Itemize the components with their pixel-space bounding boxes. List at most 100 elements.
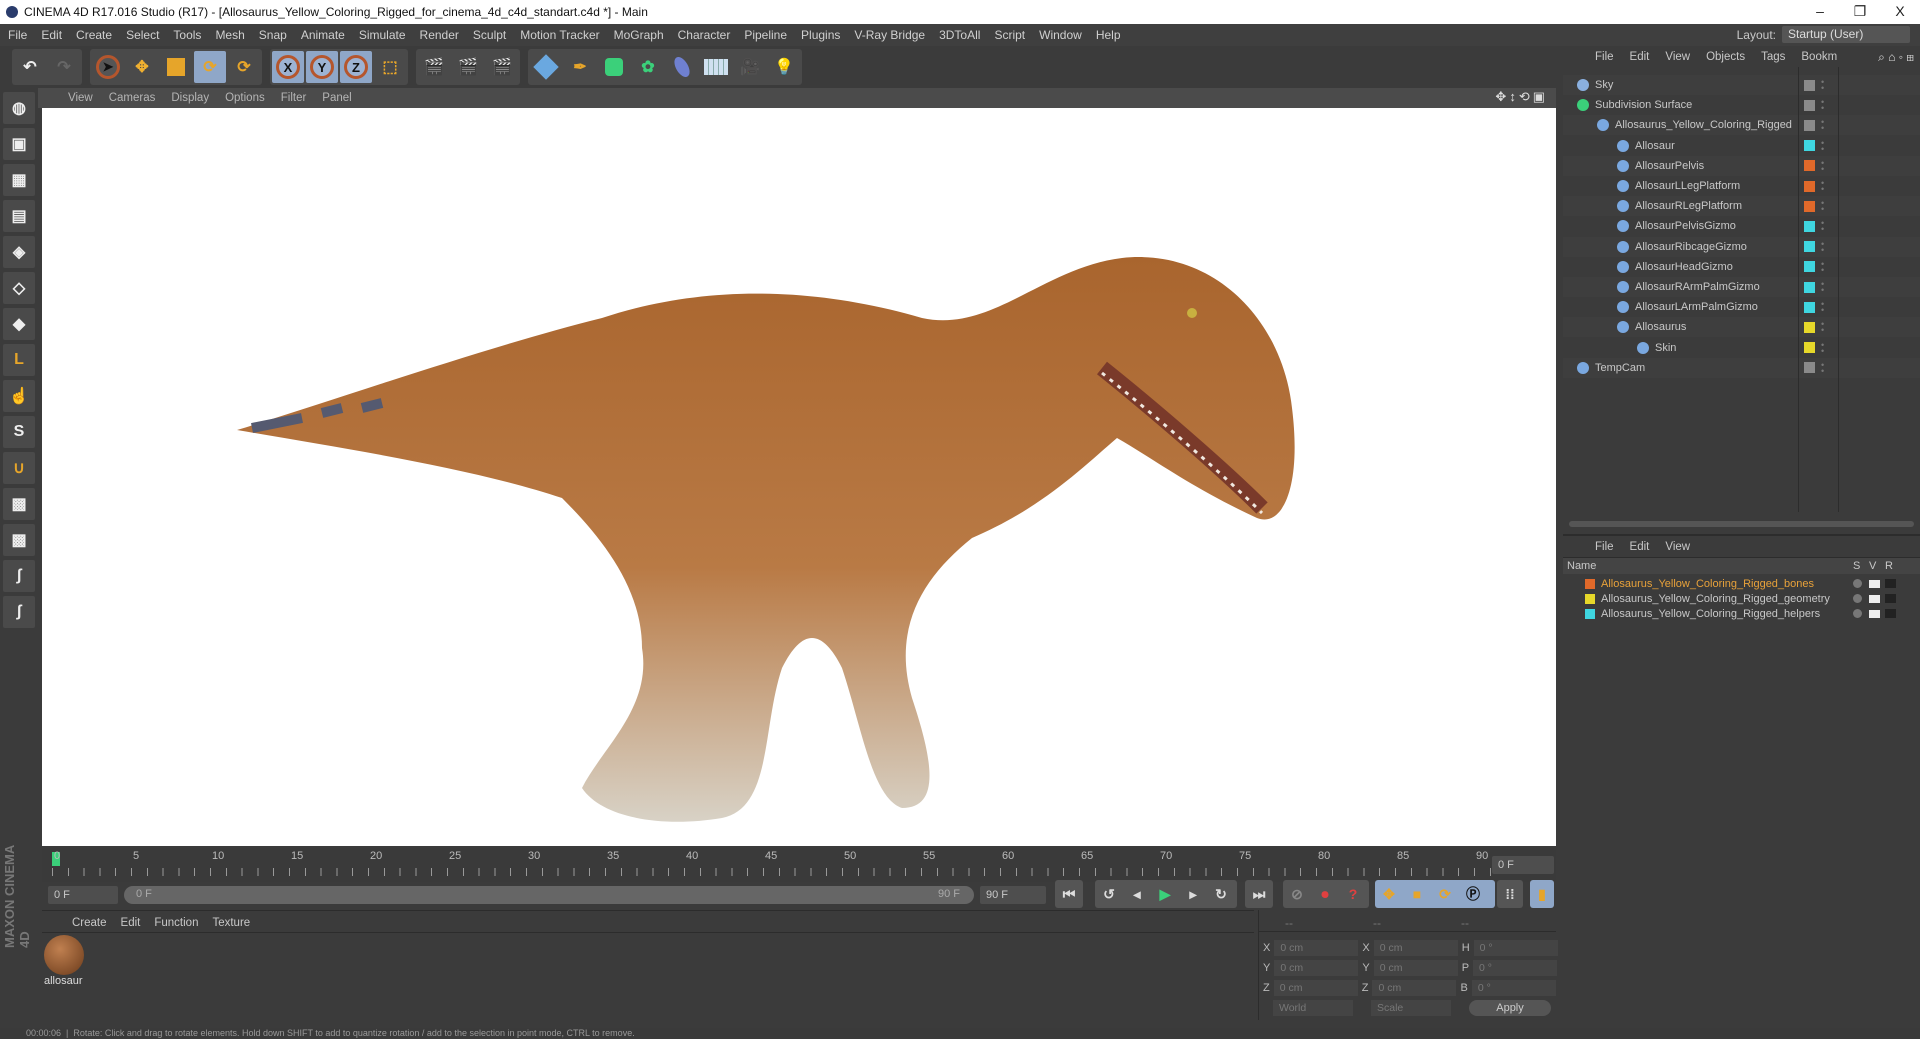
coord-field-c[interactable]: 0 °: [1473, 960, 1558, 976]
visibility-dots[interactable]: • •: [1821, 259, 1824, 274]
cube-primitive-icon[interactable]: [530, 51, 562, 83]
start-frame-field[interactable]: 0 F: [48, 886, 118, 904]
layer-solo-toggle[interactable]: [1853, 609, 1862, 618]
render-settings-icon[interactable]: 🎬: [486, 51, 518, 83]
layer-column-r[interactable]: R: [1885, 560, 1893, 572]
object-row[interactable]: Subdivision Surface • •: [1563, 95, 1920, 115]
object-row[interactable]: AllosaurRibcageGizmo • •: [1563, 236, 1920, 257]
object-row[interactable]: Sky • •: [1563, 75, 1920, 95]
object-row[interactable]: AllosaurLArmPalmGizmo • •: [1563, 297, 1920, 317]
light-icon[interactable]: 💡: [768, 51, 800, 83]
object-menu-edit[interactable]: Edit: [1630, 51, 1650, 63]
viewport-menu-options[interactable]: Options: [225, 92, 265, 104]
recent-tool-icon[interactable]: ⟳: [228, 51, 260, 83]
visibility-dots[interactable]: • •: [1821, 78, 1824, 93]
menu-animate[interactable]: Animate: [301, 28, 345, 42]
deformer-icon[interactable]: [666, 51, 698, 83]
coord-field-a[interactable]: 0 cm: [1274, 960, 1359, 976]
redo-icon[interactable]: ↷: [48, 51, 80, 83]
material-menu-create[interactable]: Create: [72, 917, 107, 932]
subdivision-surface-icon[interactable]: [598, 51, 630, 83]
rotate-tool-icon[interactable]: ⟳: [194, 51, 226, 83]
coord-field-a[interactable]: 0 cm: [1273, 980, 1358, 996]
prev-key-button[interactable]: ↺: [1095, 886, 1123, 903]
layout-dropdown[interactable]: Startup (User): [1782, 26, 1910, 43]
object-manager-h-scrollbar[interactable]: [1569, 521, 1914, 527]
visibility-dots[interactable]: • •: [1821, 219, 1824, 234]
workplane-icon[interactable]: ▤: [3, 200, 35, 232]
end-frame-field[interactable]: 90 F: [980, 886, 1046, 904]
edges-mode-icon[interactable]: ◇: [3, 272, 35, 304]
close-button[interactable]: X: [1880, 0, 1920, 24]
menu-character[interactable]: Character: [678, 28, 731, 42]
go-to-start-button[interactable]: ⏮: [1055, 880, 1083, 908]
layer-visible-eye-icon[interactable]: [1869, 609, 1880, 618]
key-scale-icon[interactable]: ■: [1403, 886, 1431, 902]
object-row[interactable]: AllosaurPelvis • •: [1563, 155, 1920, 176]
material-menu-edit[interactable]: Edit: [121, 917, 141, 932]
motion-record-icon[interactable]: ⊘: [1283, 886, 1311, 903]
menu-snap[interactable]: Snap: [259, 28, 287, 42]
restore-button[interactable]: ❐: [1840, 0, 1880, 24]
object-menu-tags[interactable]: Tags: [1761, 51, 1785, 63]
camera-icon[interactable]: 🎥: [734, 51, 766, 83]
layer-render-icon[interactable]: [1885, 594, 1896, 603]
layer-render-icon[interactable]: [1885, 579, 1896, 588]
layer-menu-view[interactable]: View: [1665, 541, 1690, 553]
visibility-dots[interactable]: • •: [1821, 158, 1824, 173]
layer-row[interactable]: Allosaurus_Yellow_Coloring_Rigged_helper…: [1563, 606, 1920, 621]
pen-spline-icon[interactable]: ✒: [564, 51, 596, 83]
object-row[interactable]: Skin • •: [1563, 338, 1920, 358]
object-menu-view[interactable]: View: [1665, 51, 1690, 63]
menu-3dtoall[interactable]: 3DToAll: [939, 28, 980, 42]
layer-menu-edit[interactable]: Edit: [1630, 541, 1650, 553]
next-frame-button[interactable]: ▸: [1179, 886, 1207, 903]
key-param-icon[interactable]: Ⓟ: [1459, 884, 1487, 904]
menu-file[interactable]: File: [8, 28, 27, 42]
menu-edit[interactable]: Edit: [41, 28, 62, 42]
undo-icon[interactable]: ↶: [14, 51, 46, 83]
menu-motion-tracker[interactable]: Motion Tracker: [520, 28, 599, 42]
make-editable-icon[interactable]: ◍: [3, 92, 35, 124]
material-allosaur[interactable]: allosaur: [44, 935, 86, 995]
auto-key-icon[interactable]: ?: [1339, 886, 1367, 902]
frame-range-slider[interactable]: 0 F 90 F: [124, 886, 974, 904]
z-axis-lock-button[interactable]: Z: [340, 51, 372, 83]
visibility-dots[interactable]: • •: [1821, 98, 1824, 113]
layer-solo-toggle[interactable]: [1853, 579, 1862, 588]
visibility-dots[interactable]: • •: [1821, 239, 1824, 254]
visibility-dots[interactable]: • •: [1821, 280, 1824, 295]
visibility-dots[interactable]: • •: [1821, 199, 1824, 214]
layer-row[interactable]: Allosaurus_Yellow_Coloring_Rigged_geomet…: [1563, 591, 1920, 606]
visibility-dots[interactable]: • •: [1821, 118, 1824, 133]
layer-row[interactable]: Allosaurus_Yellow_Coloring_Rigged_bones: [1563, 576, 1920, 591]
coordinate-system-icon[interactable]: ⬚: [374, 51, 406, 83]
menu-window[interactable]: Window: [1039, 28, 1082, 42]
move-tool-icon[interactable]: ✥: [126, 51, 158, 83]
material-menu-function[interactable]: Function: [154, 917, 198, 932]
next-key-button[interactable]: ↻: [1207, 886, 1235, 903]
viewport-menu-display[interactable]: Display: [171, 92, 209, 104]
object-menu-file[interactable]: File: [1595, 51, 1614, 63]
visibility-dots[interactable]: • •: [1821, 300, 1824, 315]
timeline-ruler[interactable]: 0 5 10 15 20 25 30 35 40 45 50 55 60 65 70 75 80 85 90 0 F: [42, 848, 1556, 882]
coord-field-c[interactable]: 0 °: [1473, 940, 1558, 956]
render-picture-viewer-icon[interactable]: 🎬: [452, 51, 484, 83]
viewport-menu-filter[interactable]: Filter: [281, 92, 307, 104]
menu-v-ray-bridge[interactable]: V-Ray Bridge: [854, 28, 925, 42]
object-row[interactable]: Allosaurus • •: [1563, 317, 1920, 338]
coord-field-b[interactable]: 0 cm: [1373, 940, 1458, 956]
object-menu-objects[interactable]: Objects: [1706, 51, 1745, 63]
coord-field-b[interactable]: 0 cm: [1372, 980, 1457, 996]
polygons-mode-icon[interactable]: ◆: [3, 308, 35, 340]
layer-render-icon[interactable]: [1885, 609, 1896, 618]
model-mode-icon[interactable]: ▣: [3, 128, 35, 160]
layer-menu-file[interactable]: File: [1595, 541, 1614, 553]
menu-plugins[interactable]: Plugins: [801, 28, 840, 42]
sculpt-grid-icon[interactable]: ▩: [3, 524, 35, 556]
menu-select[interactable]: Select: [126, 28, 159, 42]
key-rotation-icon[interactable]: ⟳: [1431, 886, 1459, 903]
key-position-icon[interactable]: ✥: [1375, 886, 1403, 903]
layer-visible-eye-icon[interactable]: [1869, 579, 1880, 588]
tweak-mode-icon[interactable]: ☝: [3, 380, 35, 412]
